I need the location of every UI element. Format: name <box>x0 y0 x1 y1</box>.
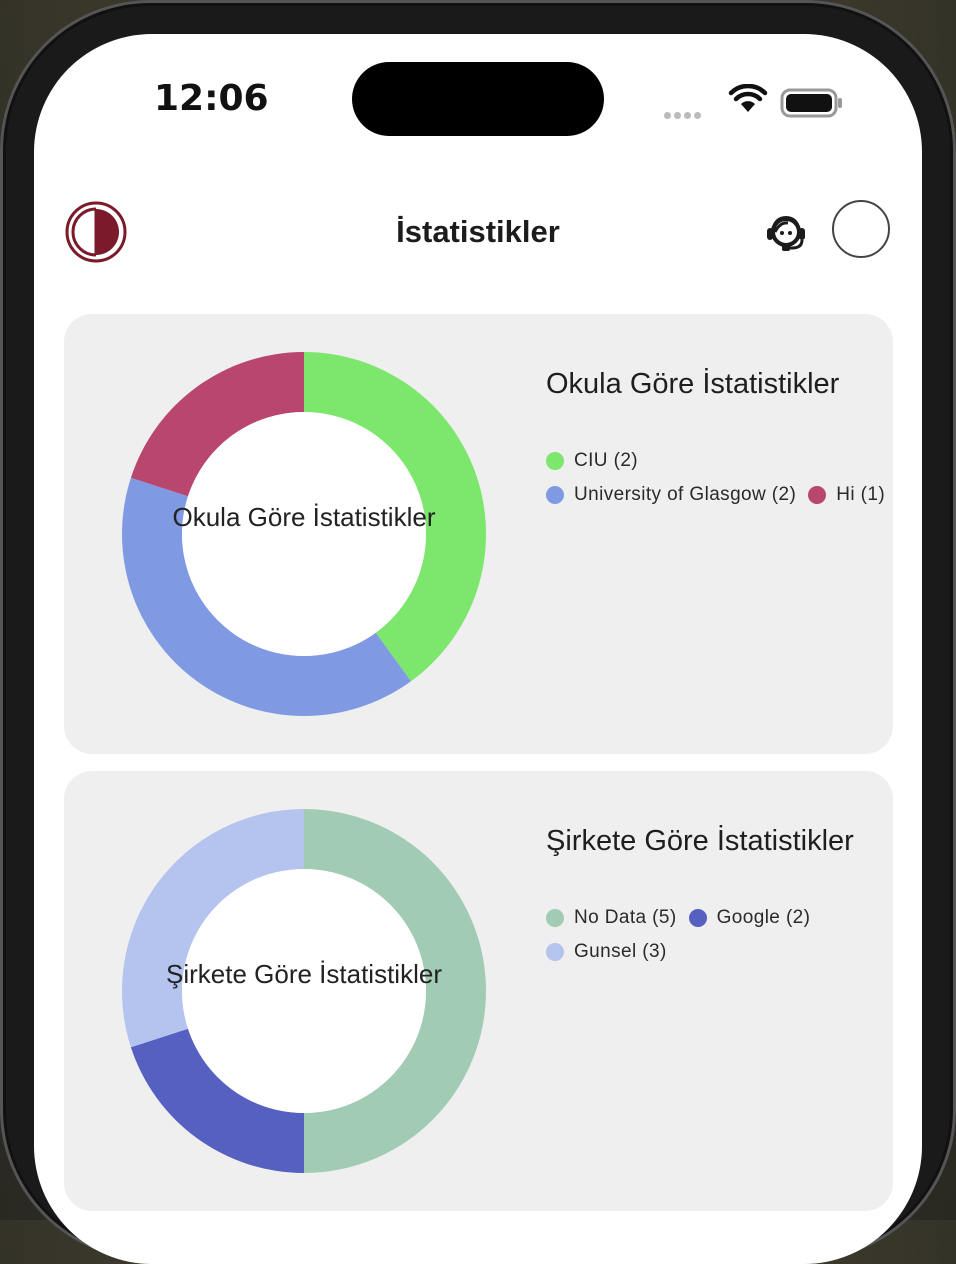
dynamic-island <box>352 62 604 136</box>
status-icons <box>664 80 864 120</box>
donut-hole <box>182 869 426 1113</box>
school-stats-card: Okula Göre İstatistikler Okula Göre İsta… <box>64 314 893 754</box>
card-title: Şirkete Göre İstatistikler <box>546 825 854 857</box>
legend-item[interactable]: Google (2) <box>688 907 811 929</box>
legend-dot-icon <box>688 909 707 927</box>
legend-dot-icon <box>546 452 564 470</box>
donut-center-label: Şirkete Göre İstatistikler <box>166 959 442 989</box>
legend-item[interactable]: Hi (1) <box>808 484 885 506</box>
school-donut-chart <box>122 352 486 716</box>
screen: 12:06 İstatistikler Okula Göre İstatisti… <box>34 34 922 1264</box>
donut-hole <box>182 412 426 656</box>
legend-item[interactable]: CIU (2) <box>546 450 638 472</box>
chart-legend: No Data (5) Google (2) Gunsel (3) <box>546 907 886 963</box>
legend-label: Gunsel (3) <box>574 941 667 962</box>
signal-icon <box>664 106 704 124</box>
headset-icon[interactable] <box>762 210 810 254</box>
chart-legend: CIU (2) University of Glasgow (2) Hi (1) <box>546 450 886 506</box>
legend-dot-icon <box>546 486 564 504</box>
company-donut-chart <box>122 809 486 1173</box>
legend-dot-icon <box>808 486 827 504</box>
phone-frame: 12:06 İstatistikler Okula Göre İstatisti… <box>0 0 956 1264</box>
legend-item[interactable]: No Data (5) <box>546 907 677 929</box>
app-header: İstatistikler <box>34 194 922 270</box>
legend-label: Hi (1) <box>836 484 886 505</box>
legend-label: Google (2) <box>716 907 811 928</box>
status-time: 12:06 <box>154 78 269 119</box>
battery-icon <box>780 88 842 118</box>
company-stats-card: Şirkete Göre İstatistikler Şirkete Göre … <box>64 771 893 1211</box>
wifi-icon <box>728 84 768 112</box>
legend-label: No Data (5) <box>574 907 677 928</box>
card-title: Okula Göre İstatistikler <box>546 368 840 400</box>
legend-label: University of Glasgow (2) <box>574 484 797 505</box>
donut-center-label: Okula Göre İstatistikler <box>172 502 436 532</box>
avatar[interactable] <box>832 200 890 258</box>
legend-dot-icon <box>546 909 564 927</box>
legend-item[interactable]: University of Glasgow (2) <box>546 484 796 506</box>
legend-dot-icon <box>546 943 564 961</box>
legend-item[interactable]: Gunsel (3) <box>546 941 667 963</box>
legend-label: CIU (2) <box>574 450 639 471</box>
